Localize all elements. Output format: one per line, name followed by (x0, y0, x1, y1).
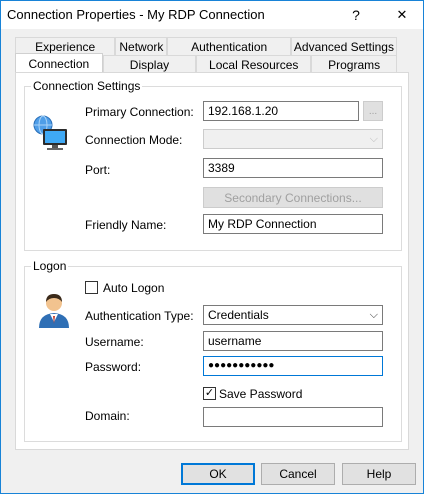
tab-row-front: Connection Display Local Resources Progr… (15, 53, 397, 73)
auto-logon-checkbox[interactable] (85, 281, 98, 294)
connection-settings-group: Connection Settings Primary Connection: … (24, 79, 402, 251)
tab-display[interactable]: Display (102, 55, 197, 73)
username-input[interactable]: username (203, 331, 383, 351)
primary-connection-input[interactable]: 192.168.1.20 (203, 101, 359, 121)
tab-authentication[interactable]: Authentication (167, 37, 291, 55)
tab-network[interactable]: Network (115, 37, 168, 55)
password-input[interactable]: ●●●●●●●●●●● (203, 356, 383, 376)
friendly-name-input[interactable]: My RDP Connection (203, 214, 383, 234)
window-title: Connection Properties - My RDP Connectio… (7, 7, 265, 22)
chevron-down-icon: ⌵ (369, 133, 378, 145)
close-window-button[interactable]: ✕ (385, 1, 419, 29)
connection-settings-heading: Connection Settings (31, 79, 143, 93)
secondary-connections-button[interactable]: Secondary Connections... (203, 187, 383, 208)
help-title-button[interactable]: ? (339, 1, 373, 29)
friendly-name-label: Friendly Name: (85, 218, 167, 232)
connection-mode-select[interactable]: ⌵ (203, 129, 383, 149)
help-button[interactable]: Help (342, 463, 416, 485)
tab-connection[interactable]: Connection (15, 53, 103, 73)
tab-content-panel: Connection Settings Primary Connection: … (15, 72, 409, 450)
ok-button[interactable]: OK (181, 463, 255, 485)
save-password-label: Save Password (219, 387, 303, 401)
chevron-down-icon: ⌵ (369, 309, 378, 321)
port-label: Port: (85, 163, 111, 177)
title-bar: Connection Properties - My RDP Connectio… (1, 1, 423, 29)
password-label: Password: (85, 360, 142, 374)
authentication-type-label: Authentication Type: (85, 309, 194, 323)
network-computer-icon (33, 115, 67, 150)
tab-advanced-settings[interactable]: Advanced Settings (290, 37, 397, 55)
primary-connection-label: Primary Connection: (85, 105, 194, 119)
user-icon (39, 294, 69, 328)
browse-primary-button[interactable]: ... (363, 101, 383, 121)
authentication-type-select[interactable]: Credentials ⌵ (203, 305, 383, 325)
domain-label: Domain: (85, 409, 130, 423)
logon-group: Logon Auto Logon Authentication Type: Cr… (24, 259, 402, 442)
tab-local-resources[interactable]: Local Resources (196, 55, 312, 73)
cancel-button[interactable]: Cancel (261, 463, 335, 485)
port-input[interactable]: 3389 (203, 158, 383, 178)
username-label: Username: (85, 335, 144, 349)
connection-properties-window: Connection Properties - My RDP Connectio… (0, 0, 424, 494)
authentication-type-value: Credentials (208, 308, 269, 322)
domain-input[interactable] (203, 407, 383, 427)
connection-mode-label: Connection Mode: (85, 133, 183, 147)
tab-programs[interactable]: Programs (311, 55, 397, 73)
logon-heading: Logon (31, 259, 69, 273)
save-password-checkbox[interactable]: ✓ (203, 387, 216, 400)
auto-logon-label: Auto Logon (103, 281, 165, 295)
